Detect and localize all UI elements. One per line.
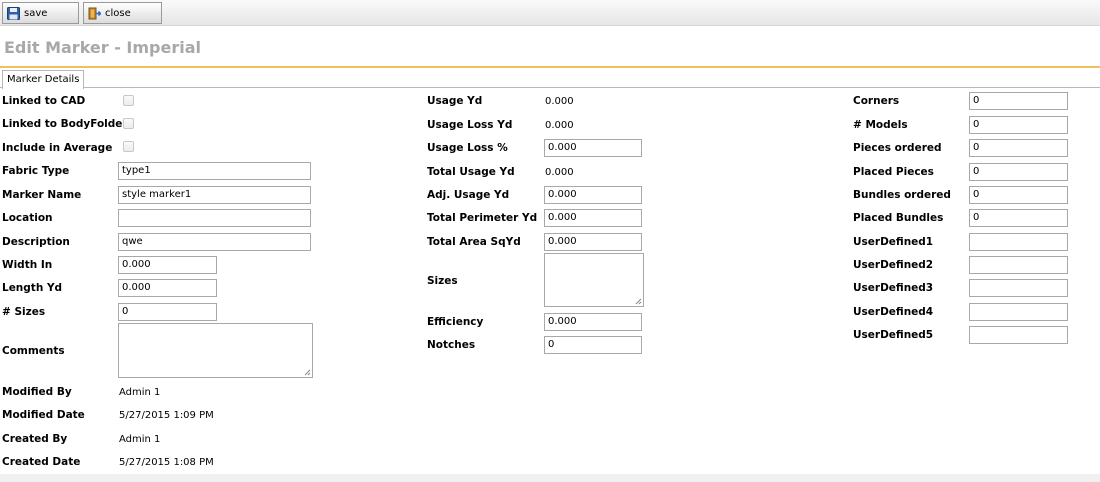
footer-bar [0,474,1100,482]
placed-bundles-input[interactable]: 0 [969,209,1068,227]
sizes-textarea[interactable] [544,253,644,307]
userdefined1-label: UserDefined1 [853,236,934,248]
linked-to-cad-checkbox[interactable] [123,95,134,106]
linked-to-bodyfolder-label: Linked to BodyFolder [2,118,128,130]
total-usage-yd-label: Total Usage Yd [427,166,515,178]
total-perimeter-yd-input[interactable]: 0.000 [544,209,642,227]
pieces-ordered-input[interactable]: 0 [969,139,1068,157]
userdefined4-label: UserDefined4 [853,306,934,318]
usage-loss-pct-label: Usage Loss % [427,142,508,154]
userdefined1-input[interactable] [969,233,1068,251]
modified-date-label: Modified Date [2,409,85,421]
notches-input[interactable]: 0 [544,336,642,354]
usage-loss-pct-input[interactable]: 0.000 [544,139,642,157]
adj-usage-yd-input[interactable]: 0.000 [544,186,642,204]
models-label: # Models [853,119,908,131]
include-in-average-label: Include in Average [2,142,113,154]
userdefined3-label: UserDefined3 [853,282,934,294]
usage-loss-yd-value: 0.000 [545,120,574,131]
userdefined5-label: UserDefined5 [853,329,934,341]
close-door-icon [88,7,102,20]
tab-strip: Marker Details [0,66,1100,89]
width-in-input[interactable]: 0.000 [118,256,217,274]
save-button[interactable]: save [2,2,79,24]
comments-textarea[interactable] [118,323,313,378]
fabric-type-label: Fabric Type [2,165,70,177]
page-title: Edit Marker - Imperial [4,38,202,57]
models-input[interactable]: 0 [969,116,1068,134]
adj-usage-yd-label: Adj. Usage Yd [427,189,510,201]
efficiency-input[interactable]: 0.000 [544,313,642,331]
floppy-disk-icon [7,6,20,20]
marker-name-input[interactable]: style marker1 [118,186,311,204]
created-date-label: Created Date [2,456,81,468]
num-sizes-input[interactable]: 0 [118,303,217,321]
usage-loss-yd-label: Usage Loss Yd [427,119,513,131]
width-in-label: Width In [2,259,53,271]
total-perimeter-yd-label: Total Perimeter Yd [427,212,538,224]
notches-label: Notches [427,339,476,351]
close-button-label: close [105,7,131,19]
tab-marker-details[interactable]: Marker Details [2,70,85,89]
sizes-label: Sizes [427,275,458,287]
total-usage-yd-value: 0.000 [545,167,574,178]
userdefined2-label: UserDefined2 [853,259,934,271]
created-date-value: 5/27/2015 1:08 PM [119,457,214,468]
placed-bundles-label: Placed Bundles [853,212,944,224]
close-button[interactable]: close [83,2,162,24]
linked-to-bodyfolder-checkbox[interactable] [123,118,134,129]
length-yd-input[interactable]: 0.000 [118,279,217,297]
length-yd-label: Length Yd [2,282,63,294]
num-sizes-label: # Sizes [2,306,46,318]
location-input[interactable] [118,209,311,227]
bundles-ordered-input[interactable]: 0 [969,186,1068,204]
location-label: Location [2,212,53,224]
userdefined4-input[interactable] [969,303,1068,321]
modified-by-label: Modified By [2,386,72,398]
save-button-label: save [24,7,48,19]
fabric-type-input[interactable]: type1 [118,162,311,180]
userdefined2-input[interactable] [969,256,1068,274]
bundles-ordered-label: Bundles ordered [853,189,951,201]
linked-to-cad-label: Linked to CAD [2,95,86,107]
comments-label: Comments [2,345,65,357]
description-input[interactable]: qwe [118,233,311,251]
corners-label: Corners [853,95,900,107]
marker-name-label: Marker Name [2,189,82,201]
placed-pieces-input[interactable]: 0 [969,163,1068,181]
description-label: Description [2,236,70,248]
efficiency-label: Efficiency [427,316,484,328]
modified-by-value: Admin 1 [119,387,161,398]
usage-yd-label: Usage Yd [427,95,483,107]
created-by-label: Created By [2,433,68,445]
total-area-sqyd-label: Total Area SqYd [427,236,521,248]
resize-grip-icon[interactable] [634,297,642,305]
toolbar: save close [0,0,1100,26]
userdefined3-input[interactable] [969,279,1068,297]
created-by-value: Admin 1 [119,434,161,445]
include-in-average-checkbox[interactable] [123,141,134,152]
total-area-sqyd-input[interactable]: 0.000 [544,233,642,251]
userdefined5-input[interactable] [969,326,1068,344]
resize-grip-icon[interactable] [303,368,311,376]
placed-pieces-label: Placed Pieces [853,166,934,178]
corners-input[interactable]: 0 [969,92,1068,110]
usage-yd-value: 0.000 [545,96,574,107]
pieces-ordered-label: Pieces ordered [853,142,942,154]
modified-date-value: 5/27/2015 1:09 PM [119,410,214,421]
